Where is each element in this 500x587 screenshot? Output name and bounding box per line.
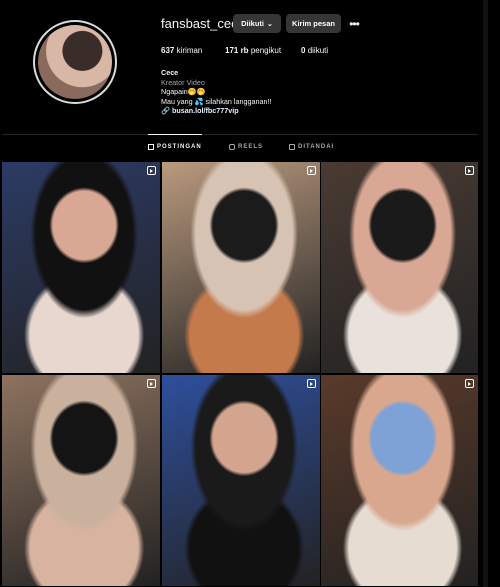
grid-post[interactable] (321, 375, 478, 586)
stat-following[interactable]: 0 diikuti (301, 46, 328, 55)
tabs-divider (2, 134, 478, 135)
grid-post[interactable] (162, 162, 320, 373)
grid-icon (148, 144, 154, 150)
followers-label: pengikut (250, 46, 282, 55)
stat-followers[interactable]: 171 rb pengikut (225, 46, 281, 55)
followers-count: 171 rb (225, 46, 249, 55)
following-count: 0 (301, 46, 306, 55)
tab-tagged-label: DITANDAI (298, 144, 335, 150)
reel-icon (147, 166, 156, 175)
tab-posts[interactable]: POSTINGAN (148, 134, 202, 150)
tagged-icon (289, 144, 295, 150)
grid-post[interactable] (321, 162, 478, 373)
following-button[interactable]: Diikuti ⌄ (233, 14, 281, 33)
reel-icon (307, 166, 316, 175)
grid-post[interactable] (2, 375, 160, 586)
reel-icon (307, 379, 316, 388)
bio-line-2: Mau yang 💦 silahkan langganan!! (161, 96, 272, 106)
following-button-label: Diikuti (241, 19, 265, 28)
more-options-icon[interactable]: ••• (347, 14, 361, 33)
avatar-image (38, 25, 112, 99)
bio-category: Kreator Video (161, 77, 205, 87)
chevron-down-icon: ⌄ (267, 20, 273, 28)
send-message-label: Kirim pesan (292, 19, 335, 28)
posts-count: 637 (161, 46, 175, 55)
posts-label: kiriman (176, 46, 203, 55)
reel-icon (465, 379, 474, 388)
bio-link[interactable]: 🔗 busan.lol/fbc777vip (161, 106, 271, 116)
tab-tagged[interactable]: DITANDAI (289, 144, 334, 150)
tab-reels[interactable]: REELS (229, 144, 263, 150)
page-scrollbar[interactable] (483, 0, 488, 587)
reel-icon (147, 379, 156, 388)
bio-name: Cece (161, 68, 179, 77)
grid-post[interactable] (2, 162, 160, 373)
grid-post[interactable] (162, 375, 320, 586)
tab-reels-label: REELS (238, 144, 264, 150)
send-message-button[interactable]: Kirim pesan (286, 14, 341, 33)
profile-avatar[interactable] (33, 20, 117, 104)
bio-line-1: Ngapain🤭🤭 (161, 87, 206, 96)
profile-bio: Cece Kreator Video Ngapain🤭🤭 Mau yang 💦 … (161, 68, 271, 116)
tab-posts-label: POSTINGAN (157, 144, 202, 150)
reels-icon (229, 144, 235, 150)
reel-icon (465, 166, 474, 175)
following-label: diikuti (307, 46, 329, 55)
stat-posts: 637 kiriman (161, 46, 202, 55)
